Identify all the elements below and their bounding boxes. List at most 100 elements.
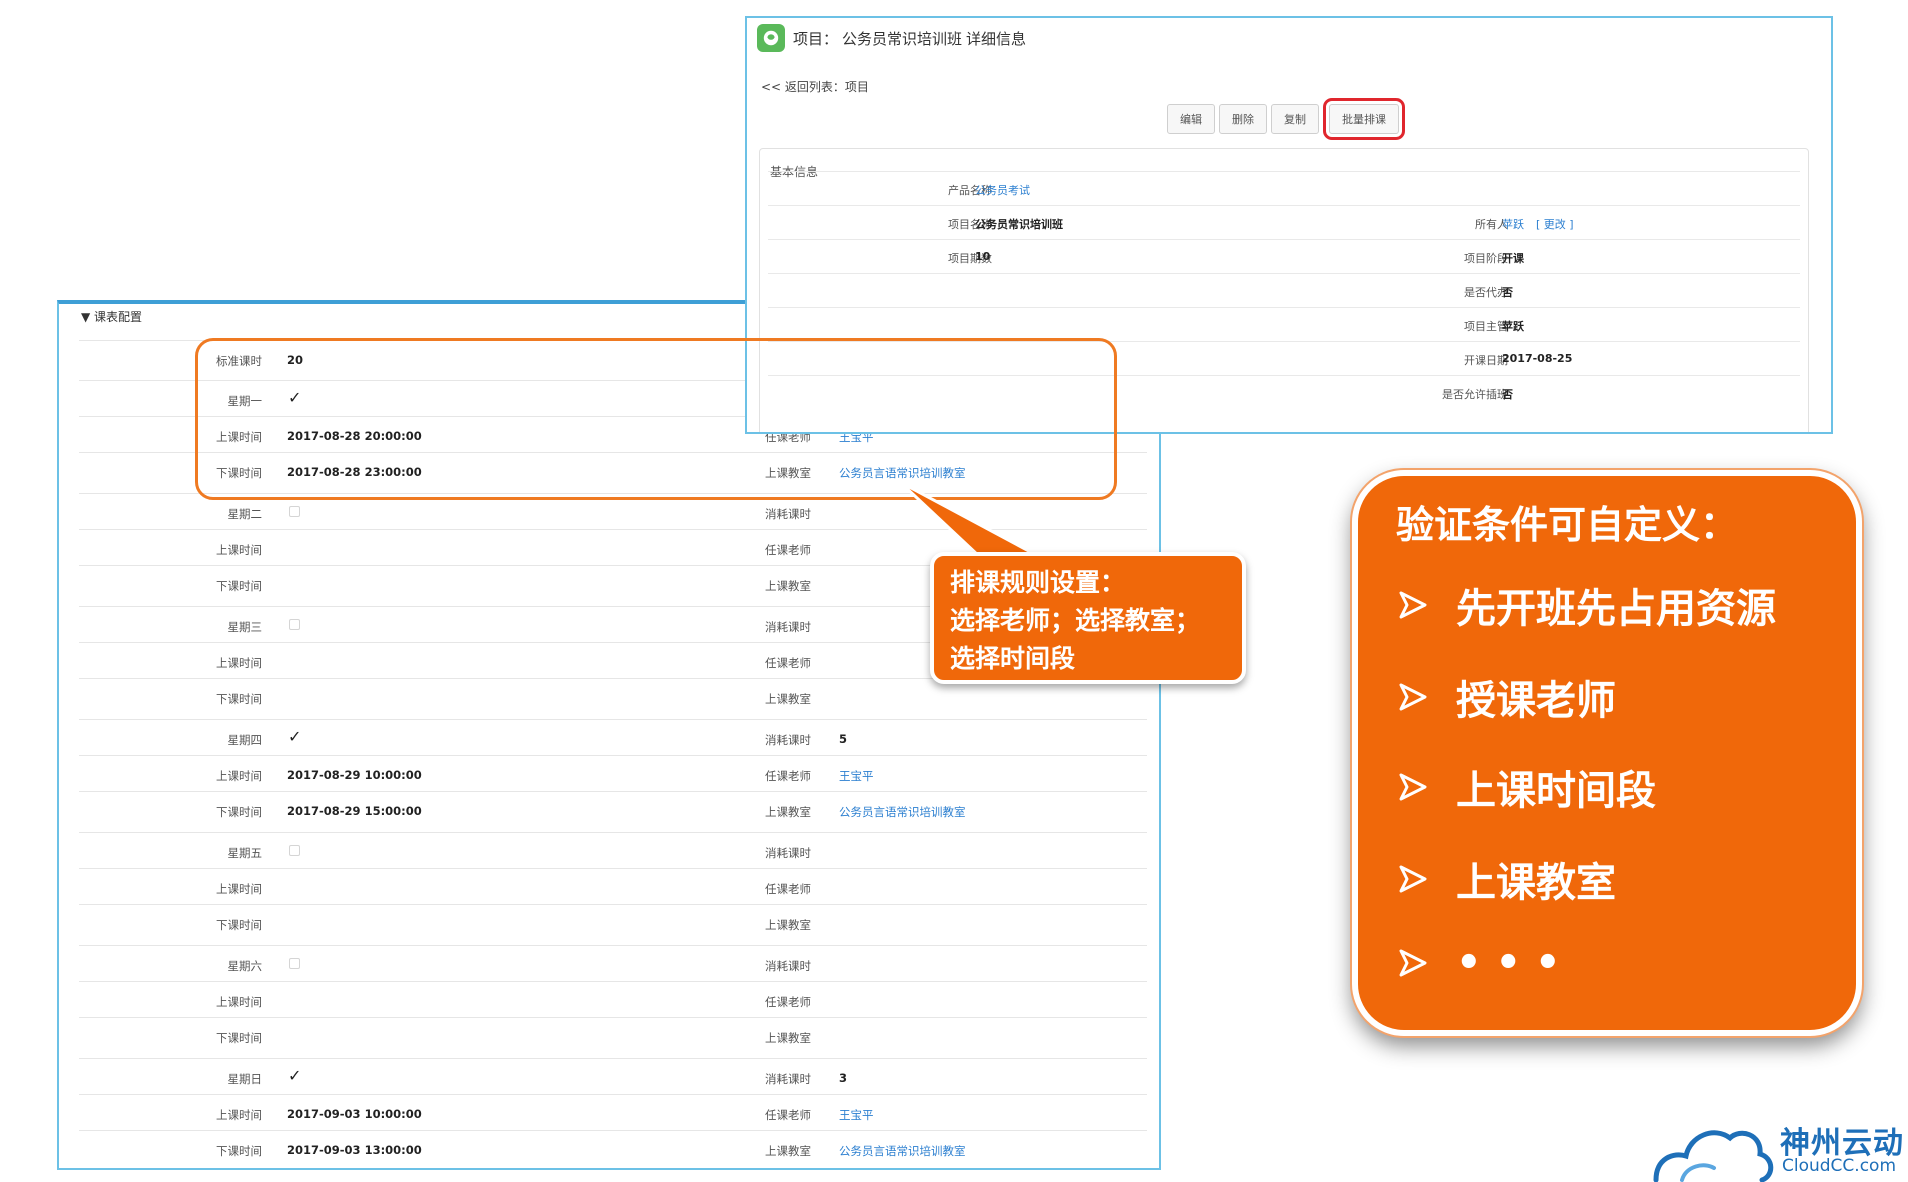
start-time-label: 上课时间: [216, 656, 262, 670]
delete-button[interactable]: 删除: [1219, 104, 1267, 134]
teacher-label: 任课老师: [765, 995, 811, 1009]
card-item: • • •: [1398, 940, 1561, 986]
teacher-label: 任课老师: [765, 882, 811, 896]
card-item-text: 上课教室: [1456, 860, 1616, 906]
checkbox[interactable]: [289, 506, 300, 517]
card-item: 先开班先占用资源: [1398, 576, 1776, 634]
project-name-title: 公务员常识培训班: [842, 29, 963, 48]
schedule-row: 下课时间 2017-08-29 15:00:00 上课教室 公务员言语常识培训教室: [79, 791, 1147, 828]
arrow-bullet-icon: [1399, 683, 1427, 711]
edit-button[interactable]: 编辑: [1167, 104, 1215, 134]
schedule-row: 下课时间 上课教室: [79, 1017, 1147, 1054]
callout-line-3: 选择时间段: [950, 644, 1076, 673]
action-toolbar: 编辑 删除 复制 批量排课: [1167, 98, 1405, 140]
day-label: 星期日: [227, 1072, 263, 1086]
consume-hours-label: 消耗课时: [765, 507, 811, 521]
brand-domain: CloudCC.com: [1782, 1156, 1897, 1176]
info-value: 开课: [1502, 252, 1524, 265]
end-time-label: 下课时间: [216, 1144, 262, 1158]
page-title: 项目： 公务员常识培训班 详细信息: [757, 24, 1026, 52]
info-row: 是否代办否: [768, 273, 1800, 308]
schedule-row: 星期五 消耗课时: [79, 832, 1147, 869]
arrow-bullet-icon: [1399, 949, 1427, 977]
title-prefix: 项目：: [793, 29, 839, 48]
checkmark-icon[interactable]: ✓: [288, 1066, 301, 1085]
teacher-link[interactable]: 王宝平: [839, 768, 874, 784]
end-time-value: 2017-08-29 15:00:00: [287, 804, 422, 818]
end-time-label: 下课时间: [216, 692, 262, 706]
classroom-label: 上课教室: [765, 805, 811, 819]
day-label: 星期五: [227, 846, 263, 860]
checkbox[interactable]: [289, 958, 300, 969]
info-value: 公务员常识培训班: [975, 218, 1063, 231]
schedule-row: 上课时间 2017-09-03 10:00:00 任课老师 王宝平: [79, 1094, 1147, 1131]
section-title-schedule[interactable]: ▼ 课表配置: [81, 308, 142, 325]
arrow-bullet-icon: [1399, 773, 1427, 801]
consume-hours-value: 5: [839, 732, 848, 746]
cloud-logo-icon: [1653, 1130, 1774, 1182]
classroom-link[interactable]: 公务员言语常识培训教室: [839, 804, 966, 820]
info-value[interactable]: 公务员考试: [975, 182, 1030, 198]
arrow-bullet-icon: [1399, 865, 1427, 893]
start-time-label: 上课时间: [216, 995, 262, 1009]
checkbox[interactable]: [289, 619, 300, 630]
info-value: 否: [1502, 388, 1513, 401]
schedule-row: 下课时间 2017-09-03 13:00:00 上课教室 公务员言语常识培训教室: [79, 1130, 1147, 1167]
end-time-label: 下课时间: [216, 579, 262, 593]
brand-logo: 神州云动 CloudCC.com: [1652, 1108, 1908, 1182]
consume-hours-label: 消耗课时: [765, 846, 811, 860]
schedule-row: 星期四 ✓ 消耗课时 5: [79, 719, 1147, 756]
card-title: 验证条件可自定义：: [1396, 503, 1739, 547]
day-label: 星期二: [227, 507, 263, 521]
info-row: 项目名称 公务员常识培训班 所有人 苹跃[ 更改 ]: [768, 205, 1800, 240]
card-item-text: 先开班先占用资源: [1456, 586, 1776, 632]
info-value: 2017-08-25: [1502, 352, 1573, 365]
back-to-list-link[interactable]: << 返回列表：项目: [761, 78, 869, 95]
classroom-label: 上课教室: [765, 1031, 811, 1045]
classroom-link[interactable]: 公务员言语常识培训教室: [839, 1143, 966, 1159]
card-item: 上课教室: [1398, 850, 1616, 908]
start-time-value: 2017-09-03 10:00:00: [287, 1107, 422, 1121]
callout-line-1: 排课规则设置：: [950, 568, 1126, 597]
info-row: 项目主管 苹跃: [768, 307, 1800, 342]
arrow-bullet-icon: [1399, 591, 1427, 619]
start-time-label: 上课时间: [216, 769, 262, 783]
info-value[interactable]: 苹跃: [1502, 216, 1524, 232]
consume-hours-label: 消耗课时: [765, 620, 811, 634]
day-label: 星期六: [227, 959, 263, 973]
info-row: 项目期数 10 项目阶段 开课: [768, 239, 1800, 274]
start-time-label: 上课时间: [216, 543, 262, 557]
change-owner-link[interactable]: [ 更改 ]: [1536, 216, 1574, 232]
day-label: 星期三: [227, 620, 263, 634]
schedule-row: 下课时间 上课教室: [79, 904, 1147, 941]
highlight-frame: [195, 338, 1117, 500]
batch-schedule-button[interactable]: 批量排课: [1323, 98, 1405, 140]
teacher-label: 任课老师: [765, 656, 811, 670]
end-time-value: 2017-09-03 13:00:00: [287, 1143, 422, 1157]
teacher-label: 任课老师: [765, 769, 811, 783]
card-item: 授课老师: [1398, 668, 1616, 726]
consume-hours-label: 消耗课时: [765, 1072, 811, 1086]
card-item-text: 上课时间段: [1456, 768, 1656, 814]
schedule-row: 星期六 消耗课时: [79, 945, 1147, 982]
schedule-row: 星期日 ✓ 消耗课时 3: [79, 1058, 1147, 1095]
copy-button[interactable]: 复制: [1271, 104, 1319, 134]
checkmark-icon[interactable]: ✓: [288, 727, 301, 746]
title-suffix: 详细信息: [966, 29, 1027, 48]
rule-callout: 排课规则设置： 选择老师；选择教室； 选择时间段: [930, 552, 1246, 684]
consume-hours-label: 消耗课时: [765, 733, 811, 747]
info-value: 苹跃: [1502, 320, 1524, 333]
teacher-label: 任课老师: [765, 1108, 811, 1122]
checkbox[interactable]: [289, 845, 300, 856]
consume-hours-label: 消耗课时: [765, 959, 811, 973]
info-value: 10: [975, 250, 991, 263]
schedule-row: 上课时间 任课老师: [79, 981, 1147, 1018]
classroom-label: 上课教室: [765, 918, 811, 932]
schedule-row: 上课时间 2017-08-29 10:00:00 任课老师 王宝平: [79, 755, 1147, 792]
card-item-text: 授课老师: [1456, 678, 1616, 724]
start-time-label: 上课时间: [216, 1108, 262, 1122]
end-time-label: 下课时间: [216, 918, 262, 932]
classroom-label: 上课教室: [765, 579, 811, 593]
classroom-label: 上课教室: [765, 692, 811, 706]
teacher-link[interactable]: 王宝平: [839, 1107, 874, 1123]
